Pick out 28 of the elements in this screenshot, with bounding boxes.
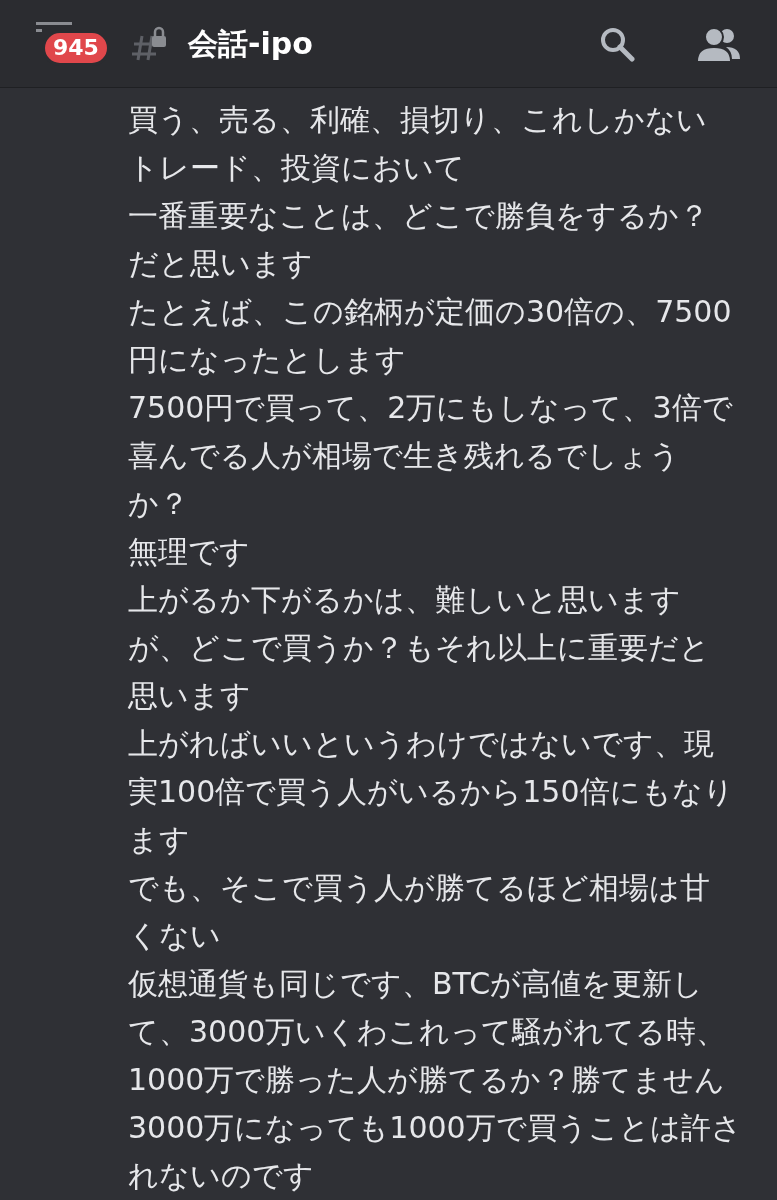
- message-text: て、3000万いくわこれって騒がれてる時、: [128, 1013, 728, 1051]
- message-text: 3000万になっても1000万で買うことは許さ: [128, 1109, 743, 1147]
- message-text: だと思います: [128, 245, 314, 283]
- locked-channel-icon: [132, 25, 168, 62]
- members-icon: [698, 26, 740, 61]
- menu-icon: [36, 21, 72, 32]
- message-text: 喜んでる人が相場で生き残れるでしょう: [128, 437, 681, 475]
- message-text: 実100倍で買う人がいるから150倍にもなり: [128, 773, 735, 811]
- message-text: 円になったとします: [128, 341, 407, 379]
- message-text: 上がればいいというわけではないです、現: [128, 725, 715, 763]
- message-text: 無理です: [128, 533, 251, 571]
- message-text: トレード、投資において: [128, 149, 466, 187]
- message-text: か？: [128, 485, 190, 523]
- message-text: 上がるか下がるかは、難しいと思います: [128, 581, 682, 619]
- search-icon: [599, 25, 635, 62]
- message-text: 1000万で勝った人が勝てるか？勝てません: [128, 1061, 727, 1099]
- message-text: たとえば、この銘柄が定価の30倍の、7500: [128, 293, 733, 331]
- channel-name: 会話-ipo: [188, 25, 314, 63]
- message-text: でも、そこで買う人が勝てるほど相場は甘: [128, 869, 711, 907]
- message-text: 仮想通貨も同じです、BTCが高値を更新し: [128, 965, 705, 1003]
- message-text: 7500円で買って、2万にもしなって、3倍で: [128, 389, 734, 427]
- message-text: くない: [128, 917, 222, 955]
- message-text: れないのです: [128, 1157, 315, 1195]
- message-text: 思います: [128, 677, 252, 715]
- message-text: が、どこで買うか？もそれ以上に重要だと: [128, 629, 711, 667]
- message-text: 一番重要なことは、どこで勝負をするか？: [128, 197, 710, 235]
- message-text: 買う、売る、利確、損切り、これしかない: [128, 101, 708, 139]
- message-text: ます: [128, 821, 191, 859]
